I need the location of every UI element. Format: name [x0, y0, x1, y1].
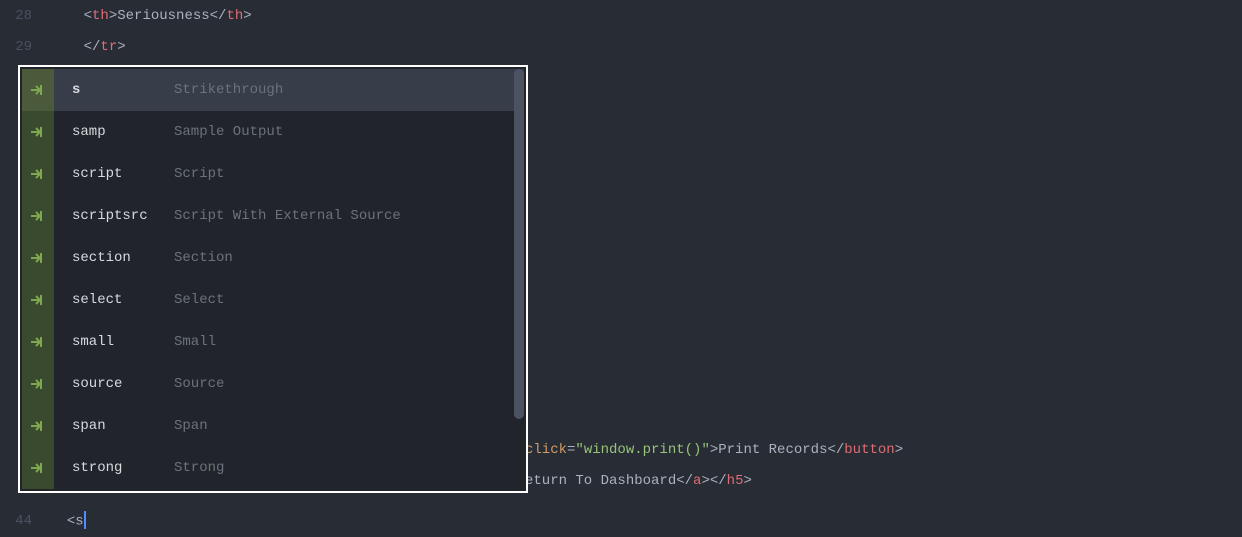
autocomplete-item-name: select [54, 292, 174, 308]
autocomplete-item-source[interactable]: sourceSource [22, 363, 524, 405]
autocomplete-item-name: source [54, 376, 174, 392]
text-cursor [84, 511, 86, 529]
snippet-icon [22, 321, 54, 363]
code-line[interactable]: 29 </tr> [0, 31, 1242, 62]
autocomplete-item-strong[interactable]: strongStrong [22, 447, 524, 489]
autocomplete-item-section[interactable]: sectionSection [22, 237, 524, 279]
autocomplete-item-desc: Source [174, 376, 524, 392]
snippet-icon [22, 69, 54, 111]
snippet-icon [22, 363, 54, 405]
autocomplete-item-span[interactable]: spanSpan [22, 405, 524, 447]
autocomplete-item-small[interactable]: smallSmall [22, 321, 524, 363]
code-line[interactable]: 28 <th>Seriousness</th> [0, 0, 1242, 31]
autocomplete-list: sStrikethroughsampSample OutputscriptScr… [22, 69, 524, 489]
autocomplete-item-name: small [54, 334, 174, 350]
snippet-icon [22, 279, 54, 321]
scrollbar-thumb[interactable] [514, 69, 524, 419]
autocomplete-item-name: span [54, 418, 174, 434]
snippet-icon [22, 195, 54, 237]
autocomplete-item-desc: Sample Output [174, 124, 524, 140]
autocomplete-item-desc: Span [174, 418, 524, 434]
autocomplete-item-s[interactable]: sStrikethrough [22, 69, 524, 111]
autocomplete-item-name: samp [54, 124, 174, 140]
line-content: <s [50, 512, 1242, 530]
autocomplete-item-name: script [54, 166, 174, 182]
autocomplete-item-desc: Small [174, 334, 524, 350]
line-number: 28 [0, 8, 50, 24]
code-line-active[interactable]: 44 <s [0, 505, 1242, 536]
line-number: 44 [0, 513, 50, 529]
autocomplete-item-desc: Script With External Source [174, 208, 524, 224]
autocomplete-item-name: scriptsrc [54, 208, 174, 224]
snippet-icon [22, 153, 54, 195]
autocomplete-item-name: section [54, 250, 174, 266]
snippet-icon [22, 237, 54, 279]
autocomplete-item-name: strong [54, 460, 174, 476]
autocomplete-item-desc: Select [174, 292, 524, 308]
code-editor[interactable]: 28 <th>Seriousness</th> 29 </tr> click="… [0, 0, 1242, 537]
snippet-icon [22, 447, 54, 489]
autocomplete-item-desc: Strikethrough [174, 82, 524, 98]
line-content: <th>Seriousness</th> [50, 8, 1242, 24]
autocomplete-popup[interactable]: sStrikethroughsampSample OutputscriptScr… [18, 65, 528, 493]
scrollbar[interactable] [514, 69, 524, 489]
autocomplete-item-samp[interactable]: sampSample Output [22, 111, 524, 153]
line-content: </tr> [50, 39, 1242, 55]
autocomplete-item-desc: Section [174, 250, 524, 266]
autocomplete-item-desc: Script [174, 166, 524, 182]
autocomplete-item-script[interactable]: scriptScript [22, 153, 524, 195]
autocomplete-item-name: s [54, 82, 174, 98]
line-number: 29 [0, 39, 50, 55]
snippet-icon [22, 111, 54, 153]
autocomplete-item-select[interactable]: selectSelect [22, 279, 524, 321]
autocomplete-item-desc: Strong [174, 460, 524, 476]
autocomplete-item-scriptsrc[interactable]: scriptsrcScript With External Source [22, 195, 524, 237]
snippet-icon [22, 405, 54, 447]
